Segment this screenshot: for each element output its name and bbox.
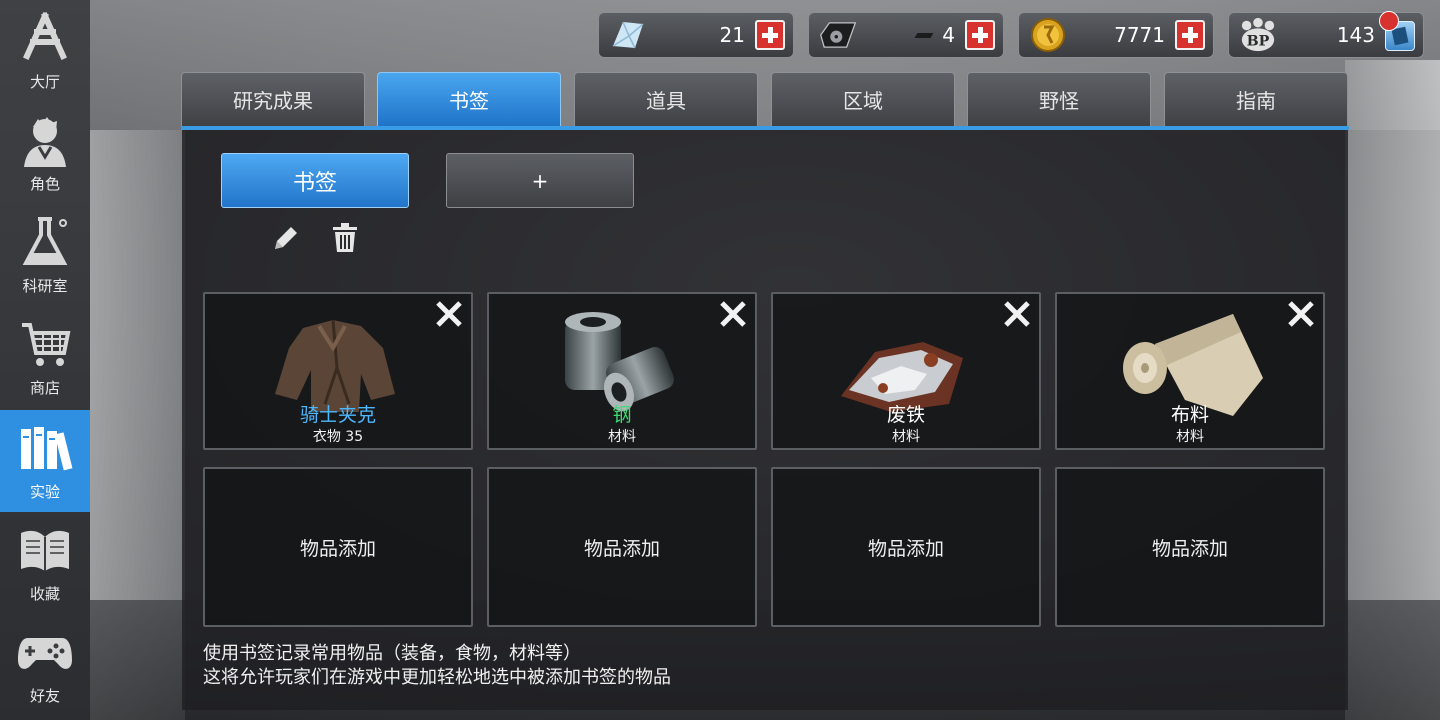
delete-button[interactable] [327, 222, 363, 258]
bookmark-slot[interactable]: 骑士夹克 衣物 35 [203, 292, 473, 450]
tab-areas[interactable]: 区域 [771, 72, 955, 126]
sidebar-item-lobby[interactable]: 大厅 [0, 0, 90, 102]
bookmark-name: 废铁 [886, 404, 925, 426]
gamepad-icon [16, 623, 74, 681]
character-icon [16, 111, 74, 169]
cart-icon [16, 315, 74, 373]
add-item-slot[interactable]: 物品添加 [771, 467, 1041, 627]
bookmark-folder-button[interactable]: 书签 [221, 153, 409, 208]
crystal-icon [609, 17, 647, 53]
sidebar-item-label: 收藏 [29, 585, 60, 603]
sidebar-item-shop[interactable]: 商店 [0, 306, 90, 408]
description-line: 这将允许玩家们在游戏中更加轻松地选中被添加书签的物品 [203, 667, 671, 688]
bookmark-category: 材料 [892, 429, 920, 445]
bookmark-name: 骑士夹克 [299, 404, 376, 426]
add-item-slot[interactable]: 物品添加 [1055, 467, 1325, 627]
bookmark-category: 材料 [608, 429, 636, 445]
svg-text:BP: BP [1247, 33, 1270, 49]
resource-crystal: 21 [598, 12, 794, 58]
add-folder-button[interactable]: + [446, 153, 634, 208]
gold-count: 7771 [1114, 23, 1165, 47]
close-icon [1288, 301, 1314, 327]
remove-bookmark-button[interactable] [433, 298, 465, 330]
trash-icon [330, 222, 360, 258]
bookmark-name: 布料 [1170, 404, 1209, 426]
add-hard-drive-button[interactable] [965, 20, 995, 50]
close-icon [1004, 301, 1030, 327]
add-item-slot[interactable]: 物品添加 [203, 467, 473, 627]
sidebar-item-label: 实验 [29, 483, 60, 501]
remove-bookmark-button[interactable] [1285, 298, 1317, 330]
remove-bookmark-button[interactable] [717, 298, 749, 330]
resource-gold: 7771 [1018, 12, 1214, 58]
crystal-count: 21 [719, 23, 745, 47]
bookmark-name: 钢 [612, 404, 632, 426]
sidebar-item-friends[interactable]: 好友 [0, 614, 90, 716]
sidebar-item-character[interactable]: 角色 [0, 102, 90, 204]
tab-research[interactable]: 研究成果 [181, 72, 365, 126]
sidebar-item-label: 大厅 [29, 73, 60, 91]
close-icon [720, 301, 746, 327]
flask-icon [16, 213, 74, 271]
bookmark-slot[interactable]: 废铁 材料 [771, 292, 1041, 450]
sidebar-item-experiment[interactable]: 实验 [0, 410, 90, 512]
tab-items[interactable]: 道具 [574, 72, 758, 126]
sidebar-item-label: 好友 [29, 687, 60, 705]
bookmark-slot[interactable]: 钢 材料 [487, 292, 757, 450]
description-line: 使用书签记录常用物品（装备，食物，材料等） [203, 643, 581, 664]
add-item-slot[interactable]: 物品添加 [487, 467, 757, 627]
notification-dot [1379, 11, 1399, 31]
pencil-icon [271, 223, 301, 257]
bp-count: 143 [1336, 23, 1375, 47]
hard-drive-icon [819, 17, 857, 53]
bookmark-slot[interactable]: 布料 材料 [1055, 292, 1325, 450]
sidebar-item-lab[interactable]: 科研室 [0, 204, 90, 306]
tab-monsters[interactable]: 野怪 [967, 72, 1151, 126]
hard-drive-count: 4 [914, 23, 955, 47]
gold-coin-icon [1029, 17, 1067, 53]
remove-bookmark-button[interactable] [1001, 298, 1033, 330]
sidebar-item-label: 商店 [29, 379, 60, 397]
resource-hard-drive: 4 [808, 12, 1004, 58]
add-crystal-button[interactable] [755, 20, 785, 50]
tab-guide[interactable]: 指南 [1164, 72, 1348, 126]
tab-bookmarks[interactable]: 书签 [377, 72, 561, 126]
bp-icon: BP [1239, 17, 1277, 53]
bookmark-category: 材料 [1176, 429, 1204, 445]
sidebar-item-label: 角色 [29, 175, 60, 193]
books-icon [16, 419, 74, 477]
tab-bar: 研究成果 书签 道具 区域 野怪 指南 [181, 72, 1349, 130]
bookmark-category: 衣物 35 [312, 429, 364, 445]
sidebar-item-collection[interactable]: 收藏 [0, 512, 90, 614]
open-book-icon [16, 521, 74, 579]
sidebar-item-label: 科研室 [22, 277, 68, 295]
resource-bp: BP 143 [1228, 11, 1424, 58]
lobby-icon [16, 9, 74, 67]
edit-button[interactable] [268, 222, 304, 258]
add-gold-button[interactable] [1175, 20, 1205, 50]
close-icon [436, 301, 462, 327]
bookmark-description: 使用书签记录常用物品（装备，食物，材料等） 这将允许玩家们在游戏中更加轻松地选中… [203, 642, 671, 690]
sidebar: 大厅 角色 科研室 商店 实验 收藏 好友 [0, 0, 90, 720]
